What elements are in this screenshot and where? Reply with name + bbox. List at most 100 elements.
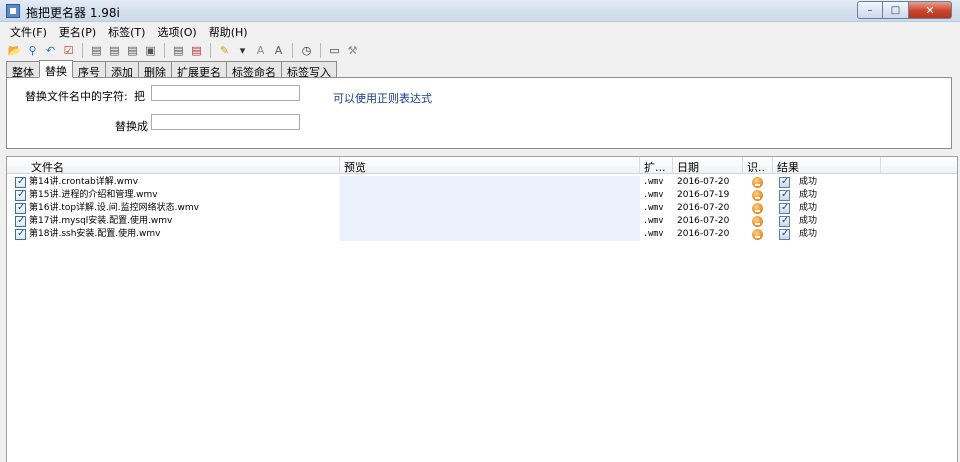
replace-input[interactable] <box>151 114 300 130</box>
window-controls: – □ ✕ <box>857 1 952 19</box>
window-title: 拖把更名器 1.98i <box>26 6 120 20</box>
list-header: 文件名 预览 扩... 日期 识.. 结果 <box>7 157 957 174</box>
search-icon[interactable]: ⚲ <box>24 42 41 59</box>
row-preview <box>340 189 640 202</box>
find-input[interactable] <box>151 85 300 101</box>
row-filename: 第16讲.top详解.设.间.监控网络状态.wmv <box>29 203 199 213</box>
row-date: 2016-07-19 <box>677 190 730 200</box>
tab-replace[interactable]: 替换 <box>39 60 73 78</box>
tab-tag-naming[interactable]: 标签命名 <box>226 61 282 79</box>
toolbar-separator <box>292 42 293 58</box>
list-icon-3[interactable]: ▤ <box>124 42 141 59</box>
row-extension: .wmv <box>643 216 664 226</box>
column-extension[interactable]: 扩... <box>640 157 673 174</box>
dropdown-arrow-icon[interactable]: ▾ <box>234 42 251 59</box>
row-extension: .wmv <box>643 229 664 239</box>
tab-overall[interactable]: 整体 <box>6 61 40 79</box>
row-checkbox[interactable] <box>15 203 26 214</box>
undo-icon[interactable]: ↶ <box>42 42 59 59</box>
tag-id-icon <box>752 216 763 227</box>
list-icon-2[interactable]: ▤ <box>106 42 123 59</box>
result-check-icon <box>779 229 790 240</box>
list-icon-1[interactable]: ▤ <box>88 42 105 59</box>
row-date: 2016-07-20 <box>677 216 730 226</box>
row-result: 成功 <box>799 229 818 239</box>
menu-tags[interactable]: 标签(T) <box>102 22 151 40</box>
minimize-button[interactable]: – <box>857 1 883 19</box>
list-icon-4[interactable]: ▣ <box>142 42 159 59</box>
table-row[interactable]: 第18讲.ssh安装.配置.使用.wmv .wmv 2016-07-20 成功 <box>7 228 881 241</box>
ba-label: 把 <box>134 90 145 103</box>
tab-sequence[interactable]: 序号 <box>72 61 106 79</box>
table-row[interactable]: 第17讲.mysql安装.配置.使用.wmv .wmv 2016-07-20 成… <box>7 215 881 228</box>
window-icon[interactable]: ▭ <box>326 42 343 59</box>
row-checkbox[interactable] <box>15 177 26 188</box>
tag-id-icon <box>752 229 763 240</box>
app-icon <box>6 4 20 18</box>
brush-icon[interactable]: ✎ <box>216 42 233 59</box>
row-result: 成功 <box>799 177 818 187</box>
close-button[interactable]: ✕ <box>909 1 952 19</box>
toolbar-separator <box>164 42 165 58</box>
menu-rename[interactable]: 更名(P) <box>53 22 102 40</box>
row-preview <box>340 202 640 215</box>
find-label: 替换文件名中的字符: <box>25 90 128 103</box>
column-preview[interactable]: 预览 <box>340 157 640 174</box>
tool-icon[interactable]: ⚒ <box>344 42 361 59</box>
table-row[interactable]: 第14讲.crontab详解.wmv .wmv 2016-07-20 成功 <box>7 176 881 189</box>
toolbar-separator <box>82 42 83 58</box>
menu-bar: 文件(F) 更名(P) 标签(T) 选项(O) 帮助(H) <box>0 22 960 40</box>
document-red-icon[interactable]: ▤ <box>188 42 205 59</box>
clock-icon[interactable]: ◷ <box>298 42 315 59</box>
tab-tag-write[interactable]: 标签写入 <box>281 61 337 79</box>
title-bar: 拖把更名器 1.98i – □ ✕ <box>0 0 960 22</box>
menu-options[interactable]: 选项(O) <box>151 22 202 40</box>
row-result: 成功 <box>799 190 818 200</box>
font-icon-2[interactable]: A <box>270 42 287 59</box>
file-list[interactable]: 文件名 预览 扩... 日期 识.. 结果 第14讲.crontab详解.wmv… <box>6 156 958 462</box>
row-checkbox[interactable] <box>15 190 26 201</box>
row-filename: 第17讲.mysql安装.配置.使用.wmv <box>29 216 173 226</box>
result-check-icon <box>779 216 790 227</box>
row-checkbox[interactable] <box>15 216 26 227</box>
menu-file[interactable]: 文件(F) <box>4 22 53 40</box>
row-date: 2016-07-20 <box>677 203 730 213</box>
tab-add[interactable]: 添加 <box>105 61 139 79</box>
document-icon[interactable]: ▤ <box>170 42 187 59</box>
row-date: 2016-07-20 <box>677 177 730 187</box>
row-filename: 第14讲.crontab详解.wmv <box>29 177 139 187</box>
row-filename: 第18讲.ssh安装.配置.使用.wmv <box>29 229 161 239</box>
table-row[interactable]: 第16讲.top详解.设.间.监控网络状态.wmv .wmv 2016-07-2… <box>7 202 881 215</box>
maximize-button[interactable]: □ <box>883 1 909 19</box>
row-preview <box>340 228 640 241</box>
row-extension: .wmv <box>643 177 664 187</box>
menu-help[interactable]: 帮助(H) <box>203 22 254 40</box>
column-id[interactable]: 识.. <box>743 157 773 174</box>
tab-extended-rename[interactable]: 扩展更名 <box>171 61 227 79</box>
regex-hint: 可以使用正则表达式 <box>333 92 432 105</box>
replace-label: 替换成 <box>115 120 148 133</box>
column-date[interactable]: 日期 <box>673 157 743 174</box>
column-result[interactable]: 结果 <box>773 157 881 174</box>
check-icon[interactable]: ☑ <box>60 42 77 59</box>
row-result: 成功 <box>799 216 818 226</box>
row-checkbox[interactable] <box>15 229 26 240</box>
toolbar-separator <box>320 42 321 58</box>
tag-id-icon <box>752 177 763 188</box>
row-date: 2016-07-20 <box>677 229 730 239</box>
row-preview <box>340 176 640 189</box>
toolbar: 📂 ⚲ ↶ ☑ ▤ ▤ ▤ ▣ ▤ ▤ ✎ ▾ A A ◷ ▭ ⚒ <box>0 40 960 60</box>
open-folder-icon[interactable]: 📂 <box>6 42 23 59</box>
column-filename[interactable]: 文件名 <box>7 157 340 174</box>
tag-id-icon <box>752 190 763 201</box>
row-extension: .wmv <box>643 190 664 200</box>
font-icon-1[interactable]: A <box>252 42 269 59</box>
table-row[interactable]: 第15讲.进程的介绍和管理.wmv .wmv 2016-07-19 成功 <box>7 189 881 202</box>
row-extension: .wmv <box>643 203 664 213</box>
tab-delete[interactable]: 删除 <box>138 61 172 79</box>
result-check-icon <box>779 190 790 201</box>
tag-id-icon <box>752 203 763 214</box>
row-preview <box>340 215 640 228</box>
toolbar-separator <box>210 42 211 58</box>
result-check-icon <box>779 177 790 188</box>
